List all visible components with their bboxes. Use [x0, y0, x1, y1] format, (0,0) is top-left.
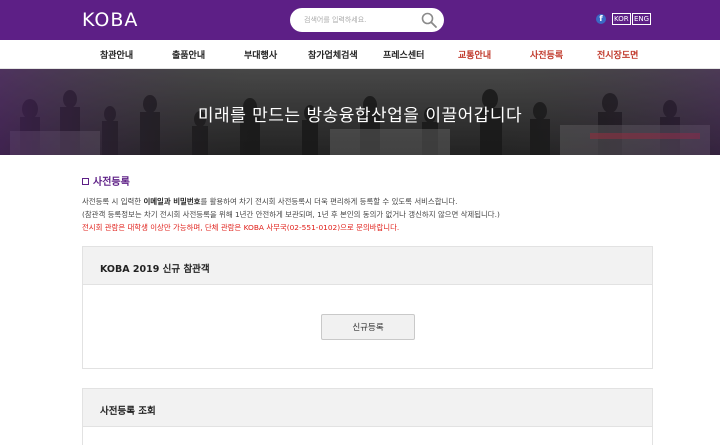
nav-item-exhibitor-search[interactable]: 참가업체검색 — [308, 48, 358, 61]
nav-item-side-events[interactable]: 부대행사 — [244, 48, 277, 61]
nav-item-press-center[interactable]: 프레스센터 — [383, 48, 424, 61]
search-box — [290, 8, 444, 32]
registration-lookup-panel: 사전등록 조회 — [82, 388, 653, 445]
new-registration-button[interactable]: 신규등록 — [321, 314, 415, 340]
lang-kor-button[interactable]: KOR — [612, 13, 631, 25]
description-line-2: (참관객 등록정보는 차기 전시회 사전등록을 위해 1년간 안전하게 보관되며… — [82, 210, 500, 219]
new-visitor-panel: KOBA 2019 신규 참관객 신규등록 — [82, 246, 653, 369]
description-line-1: 사전등록 시 입력한 이메일과 비밀번호를 활용하여 차기 전시회 사전등록시 … — [82, 196, 457, 207]
nav-item-transport[interactable]: 교통안내 — [458, 48, 491, 61]
facebook-icon[interactable]: f — [596, 14, 606, 24]
section-title-text: 사전등록 — [93, 177, 130, 188]
nav-item-pre-registration[interactable]: 사전등록 — [530, 48, 563, 61]
main-nav: 참관안내 출품안내 부대행사 참가업체검색 프레스센터 교통안내 사전등록 전시… — [0, 40, 720, 69]
hero-banner: 미래를 만드는 방송융합산업을 이끌어갑니다 — [0, 69, 720, 155]
square-bullet-icon — [82, 178, 89, 185]
panel-title-lookup: 사전등록 조회 — [100, 406, 156, 417]
nav-item-exhibitor-info[interactable]: 출품안내 — [172, 48, 205, 61]
section-title: 사전등록 — [82, 173, 130, 188]
notice-line: 전시회 관람은 대학생 이상만 가능하며, 단체 관람은 KOBA 사무국(02… — [82, 223, 400, 232]
panel-header — [83, 389, 652, 427]
panel-title-new: KOBA 2019 신규 참관객 — [100, 264, 210, 275]
banner-title: 미래를 만드는 방송융합산업을 이끌어갑니다 — [197, 106, 523, 126]
search-input[interactable] — [304, 12, 414, 28]
nav-item-visitor-info[interactable]: 참관안내 — [100, 48, 133, 61]
desc-text-emphasis: 이메일과 비밀번호 — [143, 197, 201, 206]
search-icon[interactable] — [420, 11, 438, 29]
top-header: KOBA f KOR ENG — [0, 0, 720, 40]
desc-text-a: 사전등록 시 입력한 — [82, 197, 144, 206]
lang-eng-button[interactable]: ENG — [632, 13, 652, 25]
desc-text-c: 를 활용하여 차기 전시회 사전등록시 더욱 편리하게 등록할 수 있도록 서비… — [200, 197, 458, 206]
nav-item-floor-plan[interactable]: 전시장도면 — [597, 48, 638, 61]
koba-logo[interactable]: KOBA — [82, 9, 138, 31]
